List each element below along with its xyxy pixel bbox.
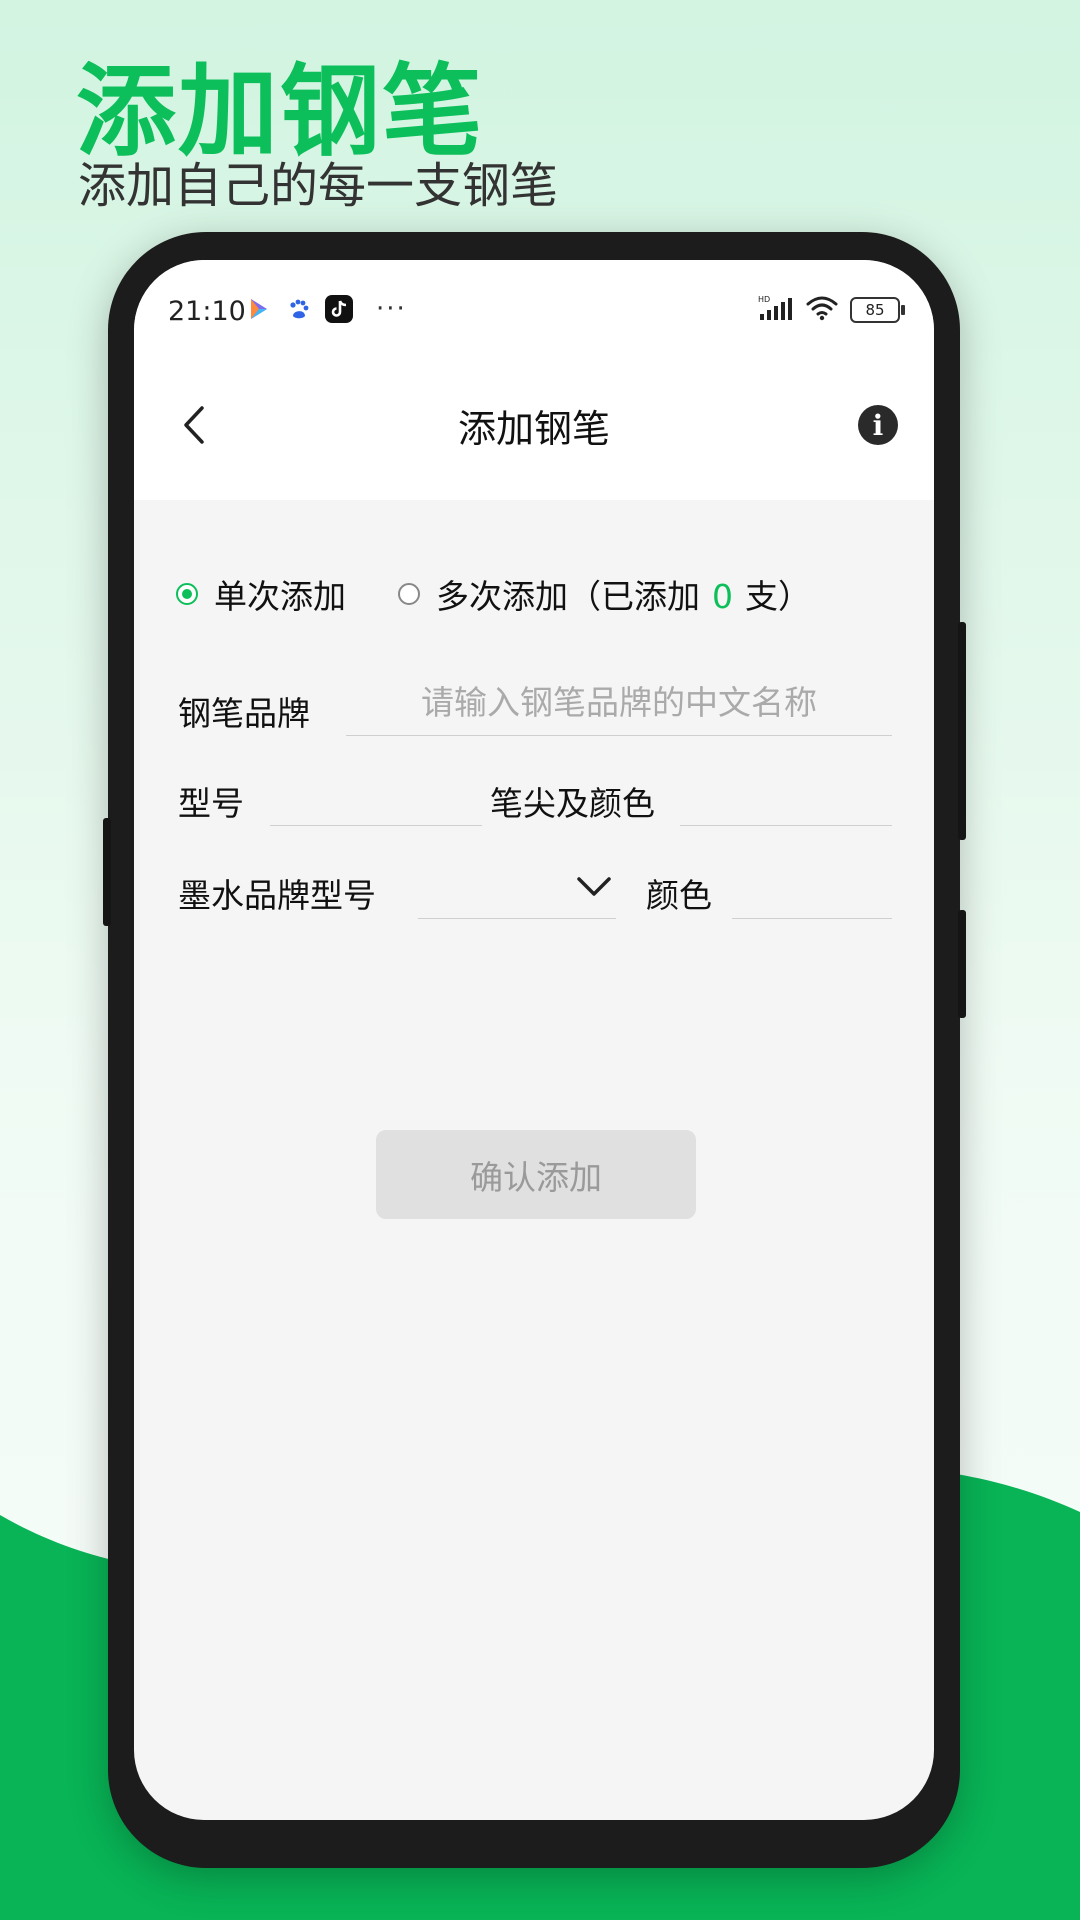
added-count-value: 0	[712, 577, 733, 616]
multi-add-label: 多次添加	[436, 577, 568, 616]
app-bar: 添加钢笔 i	[134, 350, 934, 500]
add-mode-selector: 单次添加 多次添加 （已添加 0 支）	[176, 570, 811, 618]
status-bar: 21:10 ··· HD 85	[134, 260, 934, 350]
page-title: 添加钢笔	[457, 407, 610, 451]
wifi-icon	[806, 295, 838, 325]
phone-volume-button	[103, 818, 111, 926]
radio-single-add[interactable]: 单次添加	[176, 570, 346, 618]
added-count-suffix: 支）	[745, 577, 811, 616]
model-label: 型号	[178, 784, 244, 823]
added-count: （已添加 0 支）	[568, 570, 811, 618]
ink-brand-label: 墨水品牌型号	[178, 876, 376, 915]
brand-label: 钢笔品牌	[178, 694, 310, 733]
confirm-add-button[interactable]: 确认添加	[376, 1130, 696, 1219]
signal-icon: HD	[758, 294, 794, 326]
radio-multi-add[interactable]: 多次添加 （已添加 0 支）	[398, 570, 811, 618]
add-pen-form: 单次添加 多次添加 （已添加 0 支） 钢笔品牌 型号 笔尖及颜色 墨水品牌型号	[134, 500, 934, 1820]
model-input[interactable]	[270, 770, 482, 826]
battery-icon: 85	[850, 297, 905, 323]
more-notifications-icon: ···	[376, 294, 407, 324]
promo-subtitle: 添加自己的每一支钢笔	[78, 158, 559, 214]
phone-power-button	[958, 622, 966, 840]
signal-hd-label: HD	[758, 295, 770, 304]
notification-icons: ···	[244, 294, 407, 324]
phone-side-button	[958, 910, 966, 1018]
added-count-prefix: （已添加	[568, 577, 700, 616]
ink-color-input[interactable]	[732, 863, 892, 919]
nib-color-input[interactable]	[680, 770, 892, 826]
nib-color-label: 笔尖及颜色	[490, 784, 655, 823]
system-status-icons: HD 85	[758, 294, 905, 326]
phone-frame: 21:10 ··· HD 85 添加钢笔 i 单次添加 多次添加 （已添加 0 …	[103, 232, 966, 1868]
tiktok-icon	[324, 294, 354, 324]
info-button[interactable]: i	[858, 405, 898, 445]
ink-color-label: 颜色	[646, 876, 712, 915]
chevron-down-icon[interactable]	[574, 873, 614, 899]
radio-checked-icon[interactable]	[176, 583, 198, 605]
status-time: 21:10	[168, 296, 246, 327]
baidu-icon	[284, 294, 314, 324]
play-store-icon	[244, 294, 274, 324]
battery-level: 85	[865, 301, 885, 319]
brand-input[interactable]	[346, 680, 892, 736]
single-add-label: 单次添加	[214, 577, 346, 616]
info-icon: i	[872, 408, 884, 442]
radio-unchecked-icon[interactable]	[398, 583, 420, 605]
phone-screen: 21:10 ··· HD 85 添加钢笔 i 单次添加 多次添加 （已添加 0 …	[134, 260, 934, 1820]
